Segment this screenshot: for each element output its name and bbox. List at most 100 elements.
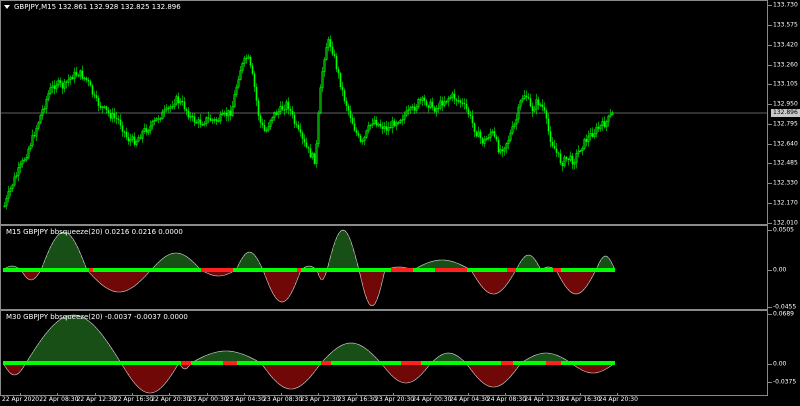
candle-body [351,118,354,124]
axis-tick [768,5,772,6]
candle-body [425,101,428,106]
candle-body [553,145,556,149]
candle-body [105,106,108,111]
candle-body [531,106,534,112]
time-label: 22 Apr 12:30 [76,396,116,403]
axis-tick [768,163,772,164]
candle-body [525,95,528,98]
chart-window[interactable]: GBPJPY,M15 132.861 132.928 132.825 132.8… [0,0,800,406]
candle-body [299,129,302,133]
candle-body [541,104,544,108]
candle-body [597,127,600,129]
candle-body [355,130,358,134]
candle-body [95,95,98,99]
candle-body [93,94,96,96]
candle-body [61,83,64,89]
candle-body [313,153,316,164]
candle-body [467,108,470,115]
time-label: 23 Apr 04:30 [225,396,265,403]
candle-body [107,110,110,113]
candle-body [139,137,142,139]
candle-body [97,98,100,106]
candle-body [335,55,338,70]
candle-body [145,128,148,133]
candle-body [75,72,78,76]
squeeze-off-segment [546,361,561,365]
candle-body [431,101,434,108]
axis-tick [768,84,772,85]
candle-body [413,106,416,111]
candle-body [117,118,120,120]
candle-body [185,109,188,111]
axis-tick [768,183,772,184]
candle-body [209,118,212,121]
axis-tick [768,223,772,224]
candle-body [81,70,84,79]
price-label: 133.260 [773,61,798,69]
axis-tick [768,203,772,204]
candle-body [341,87,344,91]
candle-body [353,123,356,131]
time-label: 24 Apr 16:30 [561,396,601,403]
price-chart-pane[interactable]: GBPJPY,M15 132.861 132.928 132.825 132.8… [0,0,768,225]
axis-tick [768,65,772,66]
axis-tick [768,104,772,105]
squeeze-off-segment [181,361,191,365]
candle-body [121,125,124,132]
candle-body [33,135,36,137]
axis-tick [768,124,772,125]
candle-body [331,46,334,54]
price-label: 132.170 [773,199,798,207]
time-label: 22 Apr 20:30 [151,396,191,403]
candle-body [345,100,348,107]
candle-body [423,97,426,102]
candle-body [357,133,360,136]
candle-body [167,107,170,109]
price-axis[interactable] [768,0,800,396]
candle-body [337,69,340,74]
candle-body [245,58,248,60]
candle-body [261,122,264,126]
candle-body [419,99,422,101]
candle-body [537,99,540,105]
indicator-axis-label: 0.00 [773,360,787,368]
candle-body [441,100,444,106]
candle-body [275,112,278,115]
candle-body [89,81,92,86]
candle-body [171,106,174,108]
price-label: 133.575 [773,21,798,29]
candle-body [295,123,298,125]
candle-body [359,135,362,142]
candle-body [551,141,554,146]
candle-body [555,148,558,153]
indicator-pane-m15[interactable]: M15 GBPJPY bbsqueeze(20) 0.0216 0.0216 0… [0,225,768,310]
time-label: 23 Apr 20:30 [375,396,415,403]
squeeze-on-line [3,268,615,272]
price-label: 132.485 [773,159,798,167]
axis-tick [768,25,772,26]
candle-body [59,80,62,84]
candle-body [99,105,102,108]
candle-body [389,127,392,129]
candle-body [307,147,310,149]
time-label: 24 Apr 08:30 [486,396,527,403]
time-label: 23 Apr 16:30 [337,396,377,403]
time-label: 22 Apr 16:30 [113,396,154,403]
candle-body [255,86,258,101]
candle-body [259,115,262,123]
candle-body [545,110,548,119]
candle-body [257,100,260,116]
indicator-pane-m30[interactable]: M30 GBPJPY bbsqueeze(20) -0.0037 -0.0037… [0,310,768,396]
candle-body [127,137,130,142]
candle-body [591,133,594,137]
dropdown-arrow-icon[interactable] [4,5,10,9]
candle-body [309,148,312,158]
squeeze-off-segment [89,268,93,272]
squeeze-off-segment [553,268,561,272]
chart-title[interactable]: GBPJPY,M15 132.861 132.928 132.825 132.8… [4,3,181,11]
candle-body [571,155,574,165]
candle-body [585,139,588,142]
candle-body [437,108,440,110]
axis-tick [768,382,772,383]
candle-body [87,79,90,82]
